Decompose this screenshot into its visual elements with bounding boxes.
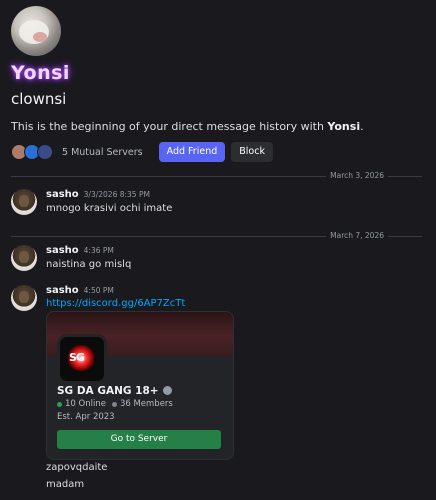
profile-username: clownsi xyxy=(11,90,67,108)
message-timestamp: 4:36 PM xyxy=(83,246,114,255)
server-invite-card: SG SG DA GANG 18+ 10 Online 36 Members E… xyxy=(46,311,234,460)
date-divider-label: March 7, 2026 xyxy=(326,231,388,240)
user-avatar[interactable] xyxy=(11,6,61,56)
add-friend-button[interactable]: Add Friend xyxy=(158,142,226,162)
intro-name: Yonsi xyxy=(327,120,361,133)
member-count: 36 Members xyxy=(119,399,173,409)
invite-link[interactable]: https://discord.gg/6AP7ZcTt xyxy=(46,298,185,309)
message-author[interactable]: sasho xyxy=(46,285,79,296)
profile-display-name: Yonsi xyxy=(11,62,70,84)
avatar-image-detail xyxy=(33,32,47,42)
server-icon-text: SG xyxy=(69,351,85,364)
intro-suffix: . xyxy=(360,120,364,133)
mutual-row: 5 Mutual Servers Add Friend Block xyxy=(11,142,273,162)
intro-prefix: This is the beginning of your direct mes… xyxy=(11,120,328,133)
message-timestamp: 4:50 PM xyxy=(83,286,114,295)
dm-intro-text: This is the beginning of your direct mes… xyxy=(11,120,364,133)
message-avatar[interactable] xyxy=(11,245,37,271)
online-dot-icon xyxy=(57,401,62,407)
go-to-server-button[interactable]: Go to Server xyxy=(57,430,221,449)
avatar-face xyxy=(19,291,29,303)
message-timestamp: 3/3/2026 8:35 PM xyxy=(83,190,150,199)
block-button[interactable]: Block xyxy=(231,142,273,162)
message-header: sasho 4:50 PM xyxy=(46,285,114,296)
mutual-server-icons[interactable] xyxy=(11,144,53,160)
message-avatar[interactable] xyxy=(11,285,37,311)
invite-server-name: SG DA GANG 18+ xyxy=(57,385,172,397)
message-author[interactable]: sasho xyxy=(46,189,79,200)
message-header: sasho 3/3/2026 8:35 PM xyxy=(46,189,150,200)
server-icon: SG xyxy=(57,334,107,384)
online-count: 10 Online xyxy=(65,399,106,409)
invite-established: Est. Apr 2023 xyxy=(57,412,115,422)
date-divider-label: March 3, 2026 xyxy=(326,171,388,180)
members-dot-icon xyxy=(111,401,117,407)
message-header: sasho 4:36 PM xyxy=(46,245,114,256)
message-text: madam xyxy=(46,479,85,490)
message-avatar[interactable] xyxy=(11,189,37,215)
server-name-text: SG DA GANG 18+ xyxy=(57,385,159,397)
server-icon xyxy=(37,144,53,160)
mutual-servers-link[interactable]: 5 Mutual Servers xyxy=(62,147,143,158)
verified-icon xyxy=(162,386,172,395)
message-text: zapovqdaite xyxy=(46,462,108,473)
message-author[interactable]: sasho xyxy=(46,245,79,256)
avatar-face xyxy=(19,195,29,207)
message-text: mnogo krasivi ochi imate xyxy=(46,203,173,214)
message-text: naistina go mislq xyxy=(46,259,132,270)
invite-stats: 10 Online 36 Members xyxy=(57,399,173,409)
avatar-face xyxy=(19,251,29,263)
